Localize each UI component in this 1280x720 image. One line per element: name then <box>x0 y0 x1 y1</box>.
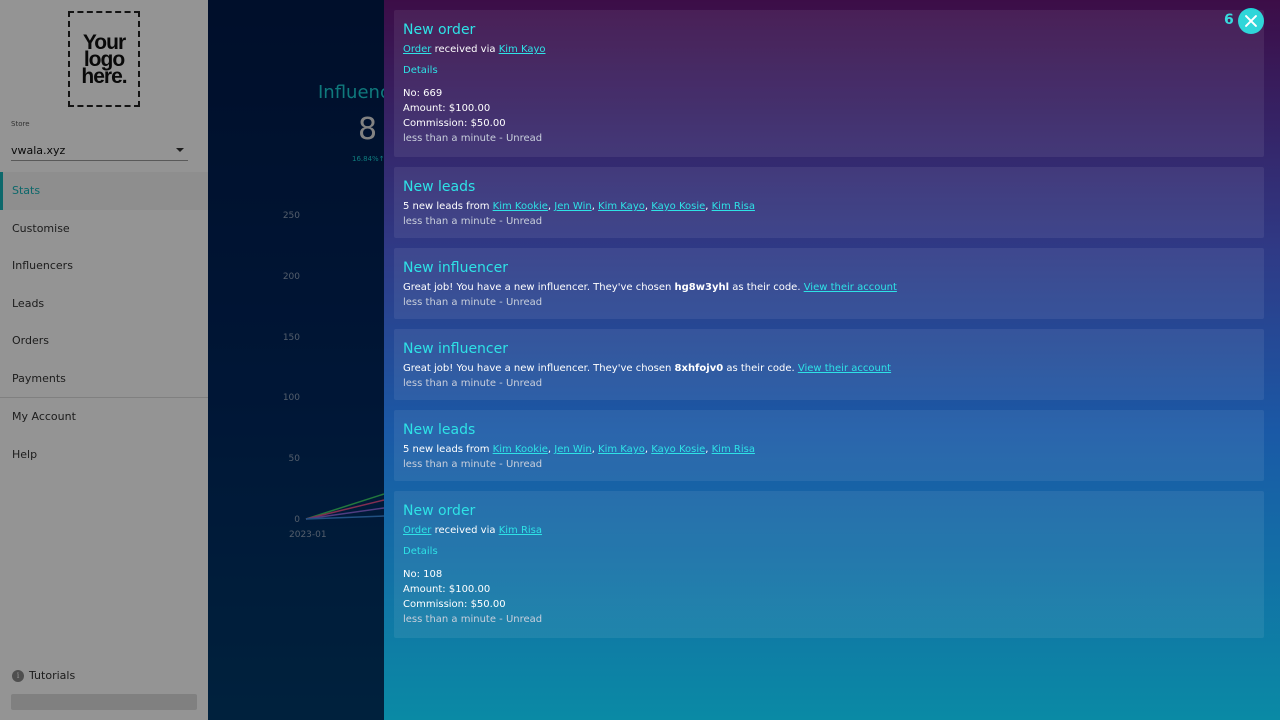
lead-link[interactable]: Jen Win <box>554 201 591 212</box>
notification-card: New leads 5 new leads from Kim Kookie, J… <box>394 410 1264 481</box>
leads-prefix: 5 new leads from <box>403 444 493 455</box>
order-link[interactable]: Order <box>403 525 431 536</box>
details-link[interactable]: Details <box>403 63 438 78</box>
lead-link[interactable]: Kim Kayo <box>598 201 645 212</box>
notification-card: New order Order received via Kim Risa De… <box>394 491 1264 638</box>
influencer-text: Great job! You have a new influencer. Th… <box>403 282 675 293</box>
order-commission: Commission: $50.00 <box>403 118 506 129</box>
received-via-text: received via <box>431 525 499 536</box>
lead-link[interactable]: Jen Win <box>554 444 591 455</box>
order-commission: Commission: $50.00 <box>403 599 506 610</box>
order-amount: Amount: $100.00 <box>403 103 491 114</box>
notification-meta: less than a minute - Unread <box>403 459 543 470</box>
notification-body: Great job! You have a new influencer. Th… <box>403 361 1255 376</box>
notification-meta: less than a minute - Unread <box>403 378 543 389</box>
lead-link[interactable]: Kayo Kosie <box>651 444 705 455</box>
order-amount: Amount: $100.00 <box>403 584 491 595</box>
order-number: No: 669 <box>403 88 443 99</box>
notification-meta: less than a minute - Unread <box>403 614 543 625</box>
notification-title: New order <box>403 503 476 519</box>
influencer-code: hg8w3yhl <box>674 282 730 293</box>
lead-link[interactable]: Kim Risa <box>712 444 755 455</box>
notification-body: Order received via Kim Risa <box>403 523 1255 538</box>
lead-link[interactable]: Kayo Kosie <box>651 201 705 212</box>
notification-title: New order <box>403 22 476 38</box>
influencer-code: 8xhfojv0 <box>674 363 724 374</box>
influencer-text: Great job! You have a new influencer. Th… <box>403 363 675 374</box>
received-via-text: received via <box>431 44 499 55</box>
influencer-link[interactable]: Kim Kayo <box>499 44 546 55</box>
notification-body: Order received via Kim Kayo <box>403 42 1255 57</box>
leads-prefix: 5 new leads from <box>403 201 493 212</box>
notification-meta: less than a minute - Unread <box>403 133 543 144</box>
notification-meta: less than a minute - Unread <box>403 216 543 227</box>
notification-card: New influencer Great job! You have a new… <box>394 329 1264 400</box>
lead-link[interactable]: Kim Kayo <box>598 444 645 455</box>
notification-meta: less than a minute - Unread <box>403 297 543 308</box>
influencer-text-after: as their code. <box>729 282 804 293</box>
notification-card: New influencer Great job! You have a new… <box>394 248 1264 319</box>
view-account-link[interactable]: View their account <box>804 282 897 293</box>
notification-title: New influencer <box>403 260 508 276</box>
order-number: No: 108 <box>403 569 443 580</box>
view-account-link[interactable]: View their account <box>798 363 891 374</box>
notification-title: New influencer <box>403 341 508 357</box>
details-link[interactable]: Details <box>403 544 438 559</box>
influencer-link[interactable]: Kim Risa <box>499 525 542 536</box>
lead-link[interactable]: Kim Kookie <box>493 444 548 455</box>
notification-body: 5 new leads from Kim Kookie, Jen Win, Ki… <box>403 444 755 455</box>
lead-link[interactable]: Kim Risa <box>712 201 755 212</box>
lead-link[interactable]: Kim Kookie <box>493 201 548 212</box>
notification-card: New leads 5 new leads from Kim Kookie, J… <box>394 167 1264 238</box>
notification-body: 5 new leads from Kim Kookie, Jen Win, Ki… <box>403 201 755 212</box>
notification-title: New leads <box>403 179 476 195</box>
order-link[interactable]: Order <box>403 44 431 55</box>
notification-body: Great job! You have a new influencer. Th… <box>403 280 1255 295</box>
notification-card: New order Order received via Kim Kayo De… <box>394 10 1264 157</box>
influencer-text-after: as their code. <box>723 363 798 374</box>
notification-title: New leads <box>403 422 476 438</box>
